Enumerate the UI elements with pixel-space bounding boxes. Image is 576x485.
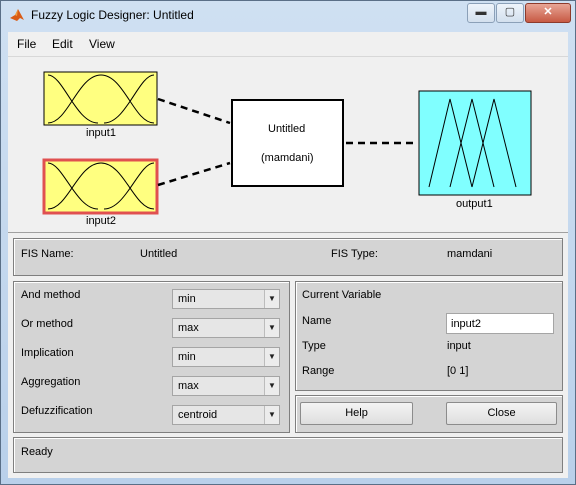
defuzzification-label: Defuzzification xyxy=(21,405,93,417)
matlab-icon xyxy=(10,9,24,21)
fis-type-value: mamdani xyxy=(447,248,493,260)
chevron-down-icon: ▼ xyxy=(264,290,279,308)
input1-block[interactable] xyxy=(43,71,158,126)
and-method-select[interactable]: min ▼ xyxy=(172,289,280,309)
aggregation-select[interactable]: max ▼ xyxy=(172,376,280,396)
variable-range-label: Range xyxy=(302,365,335,377)
or-method-value: max xyxy=(178,322,199,334)
chevron-down-icon: ▼ xyxy=(264,319,279,337)
client-area: input1 input2 Untitled (mamdani) output1… xyxy=(8,57,568,478)
menu-bar: File Edit View xyxy=(8,32,568,57)
variable-range-value: [0 1] xyxy=(447,365,469,377)
defuzzification-select[interactable]: centroid ▼ xyxy=(172,405,280,425)
current-variable-header: Current Variable xyxy=(302,289,382,301)
implication-value: min xyxy=(178,351,196,363)
chevron-down-icon: ▼ xyxy=(264,348,279,366)
fis-name-label: FIS Name: xyxy=(21,248,74,260)
variable-type-label: Type xyxy=(302,340,326,352)
chevron-down-icon: ▼ xyxy=(264,377,279,395)
methods-panel: And method min ▼ Or method max ▼ Implica… xyxy=(13,281,290,433)
buttons-panel: Help Close xyxy=(295,395,563,433)
variable-name-value: input2 xyxy=(451,318,481,330)
or-method-label: Or method xyxy=(21,318,73,330)
and-method-label: And method xyxy=(21,289,81,301)
help-button[interactable]: Help xyxy=(300,402,413,425)
implication-label: Implication xyxy=(21,347,74,359)
aggregation-label: Aggregation xyxy=(21,376,81,388)
output1-block[interactable] xyxy=(418,90,532,196)
defuzzification-value: centroid xyxy=(178,409,218,421)
chevron-down-icon: ▼ xyxy=(264,406,279,424)
system-block[interactable] xyxy=(231,99,344,187)
variable-name-label: Name xyxy=(302,315,332,327)
variable-name-input[interactable]: input2 xyxy=(446,313,554,334)
menu-edit[interactable]: Edit xyxy=(52,37,73,51)
window-title: Fuzzy Logic Designer: Untitled xyxy=(31,8,194,22)
menu-file[interactable]: File xyxy=(17,37,36,51)
input2-block[interactable] xyxy=(42,158,159,215)
fis-diagram: input1 input2 Untitled (mamdani) output1 xyxy=(8,57,568,233)
output1-label: output1 xyxy=(456,198,493,210)
and-method-value: min xyxy=(178,293,196,305)
fis-name-value: Untitled xyxy=(140,248,178,260)
input2-label: input2 xyxy=(86,215,116,227)
close-window-button[interactable]: ✕ xyxy=(525,3,571,23)
maximize-button[interactable]: ▢ xyxy=(496,3,524,23)
status-panel: Ready xyxy=(13,437,563,473)
connector-input1 xyxy=(157,97,231,125)
system-name: Untitled xyxy=(268,123,306,135)
aggregation-value: max xyxy=(178,380,199,392)
or-method-select[interactable]: max ▼ xyxy=(172,318,280,338)
implication-select[interactable]: min ▼ xyxy=(172,347,280,367)
system-type: (mamdani) xyxy=(261,152,314,164)
menu-view[interactable]: View xyxy=(89,37,115,51)
input1-label: input1 xyxy=(86,127,116,139)
fis-type-label: FIS Type: xyxy=(331,248,378,260)
close-button[interactable]: Close xyxy=(446,402,557,425)
variable-type-value: input xyxy=(447,340,471,352)
title-bar[interactable]: Fuzzy Logic Designer: Untitled ▬ ▢ ✕ xyxy=(1,1,575,31)
current-variable-panel: Current Variable Name input2 Type input … xyxy=(295,281,563,391)
fis-info-panel: FIS Name: Untitled FIS Type: mamdani xyxy=(13,238,563,276)
connector-input2 xyxy=(157,161,231,187)
status-text: Ready xyxy=(21,446,53,458)
app-window: Fuzzy Logic Designer: Untitled ▬ ▢ ✕ Fil… xyxy=(0,0,576,485)
minimize-button[interactable]: ▬ xyxy=(467,3,495,23)
